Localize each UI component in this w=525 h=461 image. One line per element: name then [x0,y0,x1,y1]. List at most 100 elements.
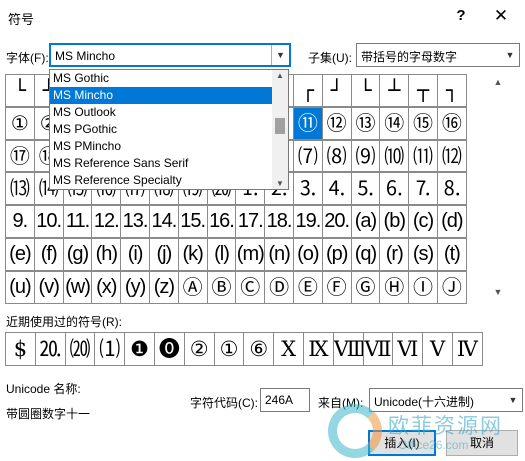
symbol-cell[interactable]: (d) [436,205,467,238]
symbol-cell[interactable]: ┐ [436,74,467,107]
symbol-cell[interactable]: ⑬ [350,106,381,140]
recent-symbol-cell[interactable]: Ⅸ [302,332,334,366]
symbol-cell[interactable]: ⒀ [5,172,35,206]
recent-symbol-cell[interactable]: ⒇ [64,332,96,366]
chevron-down-icon[interactable]: ▼ [271,45,289,65]
symbol-cell[interactable]: ⑪ [292,106,323,140]
symbol-cell[interactable]: 9. [5,205,35,238]
symbol-cell[interactable]: ⒏ [436,172,467,206]
symbol-cell[interactable]: 12. [91,205,122,238]
chevron-up-icon[interactable]: ▲ [490,74,506,90]
symbol-cell[interactable]: (m) [235,237,266,271]
symbol-cell[interactable]: 18. [264,205,294,238]
symbol-cell[interactable]: 11. [62,205,93,238]
recent-symbol-cell[interactable]: Ⅵ [392,332,424,366]
recent-symbol-cell[interactable]: Ⅳ [451,332,483,366]
symbol-cell[interactable]: (z) [148,270,179,304]
symbol-cell[interactable]: (k) [177,237,208,271]
symbol-cell[interactable]: ⑻ [321,139,352,173]
chevron-down-icon[interactable]: ▼ [504,389,522,411]
font-option[interactable]: MS Gothic [50,70,288,87]
cancel-button[interactable]: 取消 [446,430,518,456]
chevron-down-icon[interactable]: ▼ [490,284,506,300]
symbol-cell[interactable]: (u) [5,270,35,304]
font-option[interactable]: MS Outlook [50,104,288,121]
symbol-cell[interactable]: (l) [206,237,237,271]
symbol-cell[interactable]: (i) [120,237,150,271]
symbol-cell[interactable]: 15. [177,205,208,238]
symbol-cell[interactable]: ⑭ [379,106,410,140]
symbol-cell[interactable]: (x) [91,270,122,304]
recent-symbol-cell[interactable]: ⑴ [94,332,126,366]
recent-symbol-cell[interactable]: ① [213,332,245,366]
symbol-cell[interactable]: ┬ [408,74,438,107]
font-option[interactable]: MS PMincho [50,138,288,155]
font-option[interactable]: MS Reference Sans Serif [50,155,288,172]
chevron-down-icon[interactable]: ▼ [272,179,288,188]
symbol-cell[interactable]: 10. [33,205,64,238]
symbol-cell[interactable]: Ⓓ [264,270,294,304]
symbol-cell[interactable]: (g) [62,237,93,271]
symbol-cell[interactable]: ⑾ [408,139,438,173]
recent-symbol-cell[interactable]: Ⅴ [422,332,453,366]
font-option[interactable]: MS PGothic [50,121,288,138]
recent-symbol-cell[interactable]: Ⅶ [362,332,394,366]
symbol-cell[interactable]: ⑽ [379,139,410,173]
font-select[interactable]: MS Mincho ▼ [49,43,291,67]
symbol-cell[interactable]: ┘ [321,74,352,107]
symbol-cell[interactable]: ⒍ [379,172,410,206]
symbol-cell[interactable]: (h) [91,237,122,271]
symbol-cell[interactable]: ┌ [292,74,323,107]
font-option[interactable]: MS Mincho [50,87,288,104]
symbol-cell[interactable]: (s) [408,237,438,271]
symbol-cell[interactable]: Ⓕ [321,270,352,304]
scrollbar-thumb[interactable] [275,118,285,134]
symbol-cell[interactable]: ⑺ [292,139,323,173]
symbol-cell[interactable]: (v) [33,270,64,304]
symbol-cell[interactable]: (y) [120,270,150,304]
recent-symbol-cell[interactable]: ⒛ [34,332,66,366]
subset-select[interactable]: 带括号的字母数字 ▼ [356,43,520,67]
from-select[interactable]: Unicode(十六进制) ▼ [369,388,523,412]
symbol-cell[interactable]: (a) [350,205,381,238]
recent-symbol-cell[interactable]: ⑥ [243,332,275,366]
chevron-down-icon[interactable]: ▼ [501,44,519,66]
symbol-cell[interactable]: Ⓒ [235,270,266,304]
symbol-cell[interactable]: (f) [33,237,64,271]
symbol-cell[interactable]: 20. [321,205,352,238]
symbol-cell[interactable]: ⒎ [408,172,438,206]
symbol-cell[interactable]: Ⓖ [350,270,381,304]
symbol-cell[interactable]: (c) [408,205,438,238]
symbol-cell[interactable]: (n) [264,237,294,271]
recent-symbol-cell[interactable]: ② [183,332,215,366]
symbol-cell[interactable]: └ [350,74,381,107]
symbol-cell[interactable]: (q) [350,237,381,271]
symbol-cell[interactable]: (b) [379,205,410,238]
symbol-cell[interactable]: └ [5,74,35,107]
close-button[interactable]: ✕ [488,4,514,28]
symbol-cell[interactable]: ① [5,106,35,140]
symbol-cell[interactable]: ⑯ [436,106,467,140]
grid-scrollbar[interactable]: ▲ ▼ [490,74,506,300]
symbol-cell[interactable]: 13. [120,205,150,238]
symbol-cell[interactable]: ⑼ [350,139,381,173]
symbol-cell[interactable]: 17. [235,205,266,238]
symbol-cell[interactable]: ⒋ [321,172,352,206]
symbol-cell[interactable]: 14. [148,205,179,238]
insert-button[interactable]: 插入(I) [368,430,436,456]
symbol-cell[interactable]: ⑫ [321,106,352,140]
symbol-cell[interactable]: ⑰ [5,139,35,173]
symbol-cell[interactable]: (p) [321,237,352,271]
help-button[interactable]: ? [450,5,472,27]
symbol-cell[interactable]: Ⓐ [177,270,208,304]
symbol-cell[interactable]: 19. [292,205,323,238]
symbol-cell[interactable]: ⒊ [292,172,323,206]
symbol-cell[interactable]: Ⓗ [379,270,410,304]
recent-symbol-cell[interactable]: ⓿ [153,332,185,366]
symbol-cell[interactable]: Ⓑ [206,270,237,304]
recent-symbol-cell[interactable]: Ⅹ [273,332,304,366]
recent-symbol-cell[interactable]: ❶ [124,332,155,366]
symbol-cell[interactable]: ⑮ [408,106,438,140]
symbol-cell[interactable]: (j) [148,237,179,271]
symbol-cell[interactable]: ⒌ [350,172,381,206]
